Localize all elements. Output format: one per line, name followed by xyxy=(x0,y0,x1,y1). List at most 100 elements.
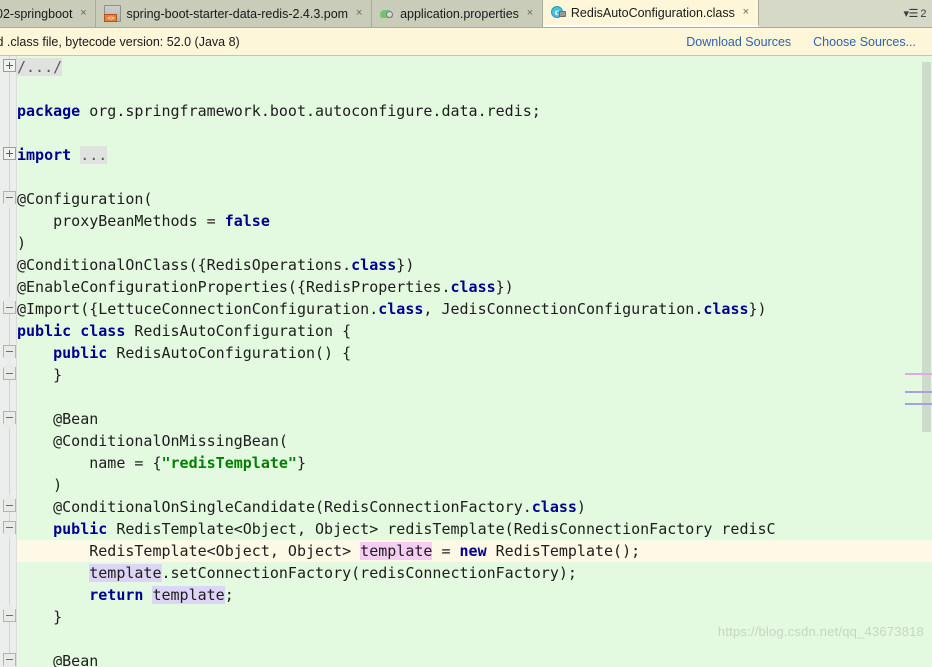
properties-file-icon xyxy=(380,6,395,21)
code-token: package xyxy=(17,102,81,120)
java-class-file-icon xyxy=(550,5,566,20)
code-line[interactable]: name = {"redisTemplate"} xyxy=(17,452,306,474)
fold-toggle-icon[interactable] xyxy=(3,494,16,512)
code-token: @ConditionalOnClass({RedisOperations. xyxy=(17,256,352,274)
code-token: false xyxy=(224,212,270,230)
fold-toggle-icon[interactable] xyxy=(3,411,16,429)
download-sources-link[interactable]: Download Sources xyxy=(686,35,791,49)
code-line[interactable]: return template; xyxy=(17,584,234,606)
code-token: RedisTemplate<Object, Object> xyxy=(17,542,361,560)
code-token: ; xyxy=(224,586,234,604)
code-content[interactable]: /.../ package org.springframework.boot.au… xyxy=(17,56,932,667)
tab-label: application.properties xyxy=(400,6,519,21)
tab-label: RedisAutoConfiguration.class xyxy=(570,5,735,20)
fold-toggle-icon[interactable] xyxy=(3,345,16,363)
code-token: "redisTemplate" xyxy=(161,454,297,472)
editor-tab-bar: 02-springboot × spring-boot-starter-data… xyxy=(0,0,932,28)
code-token: @ConditionalOnMissingBean( xyxy=(17,432,288,450)
code-line[interactable]: RedisTemplate<Object, Object> template =… xyxy=(17,540,640,562)
notification-actions: Download Sources Choose Sources... xyxy=(686,35,932,49)
code-line[interactable]: import ... xyxy=(17,144,108,166)
editor-marker-bar[interactable] xyxy=(905,56,932,667)
fold-toggle-icon[interactable] xyxy=(3,521,16,539)
notification-message: iled .class file, bytecode version: 52.0… xyxy=(0,34,240,49)
code-token: /.../ xyxy=(17,58,63,76)
editor-scrollbar-thumb[interactable] xyxy=(922,62,931,432)
code-token: @Bean xyxy=(17,652,99,667)
occurrence-marker[interactable] xyxy=(905,403,932,405)
code-line[interactable]: package org.springframework.boot.autocon… xyxy=(17,100,541,122)
code-token: class xyxy=(351,256,397,274)
fold-toggle-icon[interactable] xyxy=(3,604,16,622)
code-token: .setConnectionFactory(redisConnectionFac… xyxy=(161,564,577,582)
code-line[interactable]: @EnableConfigurationProperties({RedisPro… xyxy=(17,276,514,298)
tab-redis-auto-configuration-class[interactable]: RedisAutoConfiguration.class × xyxy=(542,0,759,27)
code-line[interactable]: public RedisAutoConfiguration() { xyxy=(17,342,351,364)
choose-sources-link[interactable]: Choose Sources... xyxy=(813,35,916,49)
code-line[interactable]: } xyxy=(17,364,62,386)
code-token: @Bean xyxy=(17,410,99,428)
tab-application-properties[interactable]: application.properties × xyxy=(372,0,543,27)
code-token: public class xyxy=(17,322,126,340)
code-token: @EnableConfigurationProperties({RedisPro… xyxy=(17,278,451,296)
code-line[interactable]: @Bean xyxy=(17,408,98,430)
code-token: RedisTemplate(); xyxy=(486,542,641,560)
code-token: import xyxy=(17,146,72,164)
code-token: template xyxy=(89,564,162,582)
fold-toggle-icon[interactable] xyxy=(3,59,16,72)
fold-toggle-icon[interactable] xyxy=(3,653,16,667)
code-token: RedisTemplate<Object, Object> redisTempl… xyxy=(107,520,776,538)
fold-toggle-icon[interactable] xyxy=(3,191,16,209)
code-token: org.springframework.boot.autoconfigure.d… xyxy=(80,102,541,120)
code-line[interactable]: public RedisTemplate<Object, Object> red… xyxy=(17,518,776,540)
code-line[interactable]: @ConditionalOnClass({RedisOperations.cla… xyxy=(17,254,414,276)
code-editor[interactable]: /.../ package org.springframework.boot.au… xyxy=(0,56,932,667)
code-line[interactable]: @ConditionalOnMissingBean( xyxy=(17,430,288,452)
code-line[interactable]: ) xyxy=(17,474,62,496)
tab-02-springboot[interactable]: 02-springboot × xyxy=(0,0,97,27)
close-icon[interactable]: × xyxy=(741,7,751,18)
code-token: RedisAutoConfiguration() { xyxy=(107,344,352,362)
code-token: template xyxy=(360,542,433,560)
code-line[interactable]: template.setConnectionFactory(redisConne… xyxy=(17,562,577,584)
fold-toggle-icon[interactable] xyxy=(3,362,16,380)
code-token: public xyxy=(53,344,108,362)
code-token: public xyxy=(53,520,108,538)
tab-label: spring-boot-starter-data-redis-2.4.3.pom xyxy=(126,6,349,21)
code-token: ... xyxy=(80,146,108,164)
code-line[interactable]: ) xyxy=(17,232,26,254)
maven-pom-icon xyxy=(104,5,122,22)
code-line[interactable]: public class RedisAutoConfiguration { xyxy=(17,320,351,342)
fold-toggle-icon[interactable] xyxy=(3,147,16,160)
code-token: class xyxy=(703,300,749,318)
code-line[interactable]: proxyBeanMethods = false xyxy=(17,210,270,232)
code-line[interactable]: } xyxy=(17,606,62,628)
occurrence-marker[interactable] xyxy=(905,391,932,393)
tab-overflow-button[interactable]: ▾☰ 2 xyxy=(903,7,926,20)
code-token: class xyxy=(378,300,424,318)
code-token: @Import({LettuceConnectionConfiguration. xyxy=(17,300,379,318)
code-line[interactable]: @Import({LettuceConnectionConfiguration.… xyxy=(17,298,767,320)
code-line[interactable]: /.../ xyxy=(17,56,63,78)
tab-label: 02-springboot xyxy=(0,6,73,21)
close-icon[interactable]: × xyxy=(354,8,364,19)
fold-toggle-icon[interactable] xyxy=(3,296,16,314)
code-line[interactable]: @Bean xyxy=(17,650,98,667)
code-line[interactable]: @Configuration( xyxy=(17,188,152,210)
code-token: return xyxy=(89,586,144,604)
tab-spring-boot-starter-data-redis-pom[interactable]: spring-boot-starter-data-redis-2.4.3.pom… xyxy=(96,0,373,27)
editor-gutter[interactable] xyxy=(0,56,17,667)
code-token: , JedisConnectionConfiguration. xyxy=(423,300,704,318)
code-token: class xyxy=(450,278,496,296)
close-icon[interactable]: × xyxy=(525,8,535,19)
code-line[interactable]: @ConditionalOnSingleCandidate(RedisConne… xyxy=(17,496,586,518)
occurrence-marker[interactable] xyxy=(905,373,932,375)
close-icon[interactable]: × xyxy=(78,8,88,19)
code-token: class xyxy=(531,498,577,516)
decompiled-class-notification-bar: iled .class file, bytecode version: 52.0… xyxy=(0,28,932,56)
code-token: = xyxy=(432,542,460,560)
